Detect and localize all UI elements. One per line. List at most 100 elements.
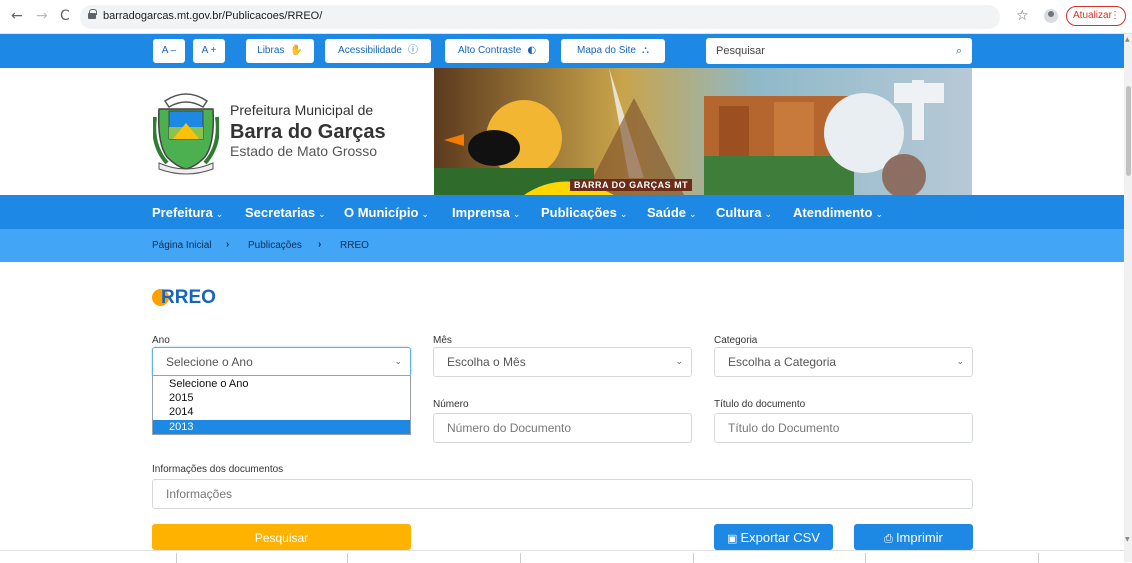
- browser-toolbar: ← → C barradogarcas.mt.gov.br/Publicacoe…: [0, 0, 1132, 34]
- search-button[interactable]: Pesquisar: [152, 524, 411, 550]
- menu-dots-icon: ⋮: [1110, 10, 1120, 21]
- reload-icon[interactable]: C: [60, 8, 70, 24]
- printer-icon: ⎙: [884, 532, 893, 545]
- url-text[interactable]: barradogarcas.mt.gov.br/Publicacoes/RREO…: [103, 10, 322, 22]
- bookmark-star-icon[interactable]: ☆: [1016, 8, 1029, 24]
- forward-icon[interactable]: →: [36, 8, 48, 24]
- print-button[interactable]: ⎙ Imprimir: [854, 524, 973, 550]
- ano-option[interactable]: Selecione o Ano: [153, 377, 410, 391]
- font-increase-button[interactable]: A +: [193, 39, 225, 63]
- profile-avatar-icon[interactable]: [1044, 9, 1058, 23]
- chevron-down-icon: ⌄: [689, 210, 697, 220]
- site-search: ⌕: [706, 38, 972, 64]
- nav-item-saude[interactable]: Saúde ⌄: [647, 205, 697, 220]
- export-csv-button[interactable]: ▣ Exportar CSV: [714, 524, 833, 550]
- file-excel-icon: ▣: [727, 532, 738, 545]
- breadcrumb-home-link[interactable]: Página Inicial: [152, 240, 211, 251]
- breadcrumb: Página Inicial › Publicações › RREO: [0, 229, 1124, 262]
- accessibility-label: Acessibilidade: [338, 45, 402, 56]
- ano-dropdown-list: Selecione o Ano 2015 2014 2013: [152, 375, 411, 435]
- titulo-field[interactable]: Título do Documento: [714, 413, 973, 443]
- chevron-down-icon: ⌄: [675, 357, 683, 367]
- banner-caption: BARRA DO GARÇAS MT: [570, 179, 693, 191]
- scroll-down-icon[interactable]: ▼: [1125, 536, 1130, 543]
- site-search-input[interactable]: [706, 38, 926, 64]
- hand-icon: ✋: [290, 45, 303, 56]
- ano-option[interactable]: 2015: [153, 391, 410, 405]
- nav-item-municipio[interactable]: O Município ⌄: [344, 205, 429, 220]
- ano-option-highlighted[interactable]: 2013: [153, 420, 410, 434]
- informacoes-field[interactable]: Informações: [152, 479, 973, 509]
- chevron-down-icon: ⌄: [394, 357, 402, 367]
- info-icon: ⓘ: [407, 45, 418, 56]
- high-contrast-button[interactable]: Alto Contraste ◐: [445, 39, 549, 63]
- print-label: Imprimir: [895, 530, 943, 545]
- ano-label: Ano: [152, 335, 170, 346]
- scroll-up-icon[interactable]: ▲: [1125, 36, 1130, 43]
- nav-item-label: Secretarias: [245, 205, 316, 220]
- mes-label: Mês: [433, 335, 452, 346]
- nav-item-label: Publicações: [541, 205, 617, 220]
- org-line-1: Prefeitura Municipal de: [230, 102, 374, 118]
- libras-button[interactable]: Libras ✋: [246, 39, 314, 63]
- downloads-bar: [0, 550, 1124, 563]
- breadcrumb-separator-icon: ›: [318, 239, 322, 250]
- sitemap-button[interactable]: Mapa do Site ⛬: [561, 39, 665, 63]
- numero-field[interactable]: Número do Documento: [433, 413, 692, 443]
- nav-item-cultura[interactable]: Cultura ⌄: [716, 205, 772, 220]
- nav-item-publicacoes[interactable]: Publicações ⌄: [541, 205, 627, 220]
- categoria-select[interactable]: Escolha a Categoria ⌄: [714, 347, 973, 377]
- high-contrast-label: Alto Contraste: [457, 45, 522, 56]
- categoria-label: Categoria: [714, 335, 758, 346]
- scrollbar-thumb[interactable]: [1126, 86, 1131, 176]
- nav-item-imprensa[interactable]: Imprensa ⌄: [452, 205, 520, 220]
- titulo-label: Título do documento: [714, 399, 806, 410]
- chevron-down-icon: ⌄: [764, 210, 773, 220]
- breadcrumb-publicacoes-link[interactable]: Publicações: [248, 240, 302, 251]
- nav-item-label: Cultura: [716, 205, 762, 220]
- breadcrumb-separator-icon: ›: [226, 239, 230, 250]
- search-icon[interactable]: ⌕: [956, 44, 962, 58]
- nav-item-secretarias[interactable]: Secretarias ⌄: [245, 205, 326, 220]
- accessibility-bar: A – A + Libras ✋ Acessibilidade ⓘ Alto Con…: [0, 34, 1124, 68]
- categoria-select-value: Escolha a Categoria: [728, 355, 837, 369]
- contrast-icon: ◐: [527, 45, 537, 56]
- lock-icon: [88, 9, 97, 19]
- sitemap-icon: ⛬: [641, 45, 649, 56]
- ano-select[interactable]: Selecione o Ano ⌄: [152, 347, 411, 377]
- page-title: RREO: [161, 287, 216, 308]
- nav-item-label: Saúde: [647, 205, 687, 220]
- org-name: Barra do Garças: [230, 121, 386, 143]
- nav-item-prefeitura[interactable]: Prefeitura ⌄: [152, 205, 223, 220]
- chevron-down-icon: ⌄: [619, 210, 628, 220]
- nav-item-label: O Município: [344, 205, 419, 220]
- org-state: Estado de Mato Grosso: [230, 143, 378, 159]
- chevron-down-icon: ⌄: [421, 210, 429, 220]
- export-csv-label: Exportar CSV: [740, 530, 820, 545]
- ano-option[interactable]: 2014: [153, 405, 410, 419]
- sitemap-label: Mapa do Site: [577, 45, 636, 56]
- font-decrease-button[interactable]: A –: [153, 39, 185, 63]
- nav-item-label: Prefeitura: [152, 205, 213, 220]
- city-banner-image: [434, 68, 972, 195]
- numero-placeholder: Número do Documento: [447, 421, 572, 435]
- numero-label: Número: [433, 399, 469, 410]
- nav-item-atendimento[interactable]: Atendimento ⌄: [793, 205, 883, 220]
- update-button[interactable]: Atualizar ⋮: [1066, 6, 1126, 26]
- titulo-placeholder: Título do Documento: [728, 421, 840, 435]
- informacoes-placeholder: Informações: [166, 487, 233, 501]
- mes-select-value: Escolha o Mês: [447, 355, 526, 369]
- chevron-down-icon: ⌄: [875, 210, 883, 220]
- back-icon[interactable]: ←: [11, 8, 23, 24]
- chevron-down-icon: ⌄: [318, 210, 326, 220]
- ano-select-value: Selecione o Ano: [166, 355, 253, 369]
- chevron-down-icon: ⌄: [956, 357, 964, 367]
- libras-label: Libras: [257, 45, 285, 56]
- accessibility-button[interactable]: Acessibilidade ⓘ: [325, 39, 431, 63]
- chevron-down-icon: ⌄: [215, 210, 224, 220]
- breadcrumb-current: RREO: [340, 240, 369, 251]
- nav-item-label: Atendimento: [793, 205, 873, 220]
- municipal-crest-logo[interactable]: [153, 83, 219, 175]
- mes-select[interactable]: Escolha o Mês ⌄: [433, 347, 692, 377]
- nav-item-label: Imprensa: [452, 205, 510, 220]
